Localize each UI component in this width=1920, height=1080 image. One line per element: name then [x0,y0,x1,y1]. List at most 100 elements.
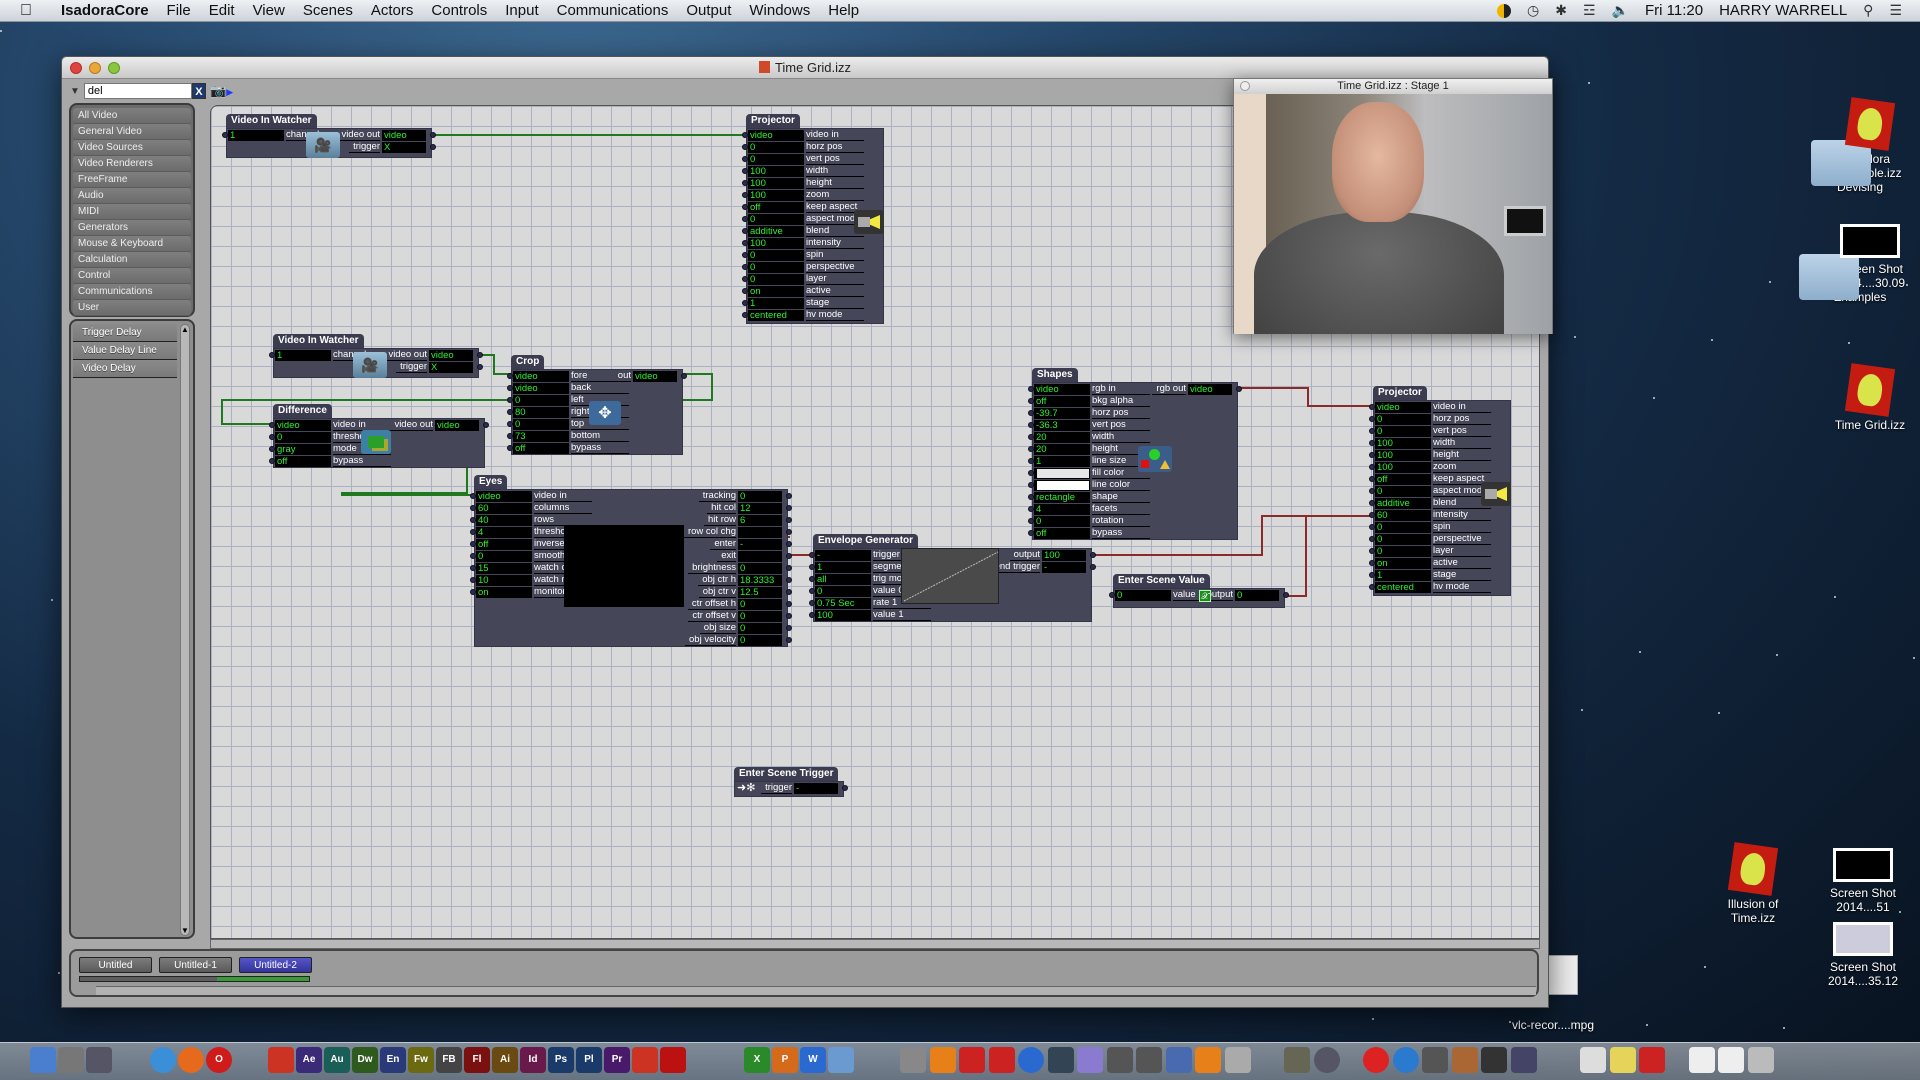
inlet-dot[interactable] [269,446,275,452]
wire-shapes-to-projector[interactable] [1238,387,1373,407]
outlet-dot[interactable] [842,785,848,791]
category-item[interactable]: Calculation [73,252,191,268]
inlet-dot[interactable] [1369,464,1375,470]
actor-list-scrollbar[interactable]: ▲ ▼ [180,324,190,936]
dock-excel-icon[interactable]: X [744,1047,770,1073]
outlet-dot[interactable] [786,601,792,607]
input-value[interactable]: 0 [275,431,331,443]
input-value[interactable]: 1 [815,561,871,573]
outlet-dot[interactable] [786,625,792,631]
inlet-dot[interactable] [507,373,513,379]
input-value[interactable]: additive [748,225,804,237]
dock-indesign-icon[interactable]: Id [520,1047,546,1073]
inlet-dot[interactable] [742,216,748,222]
input-value[interactable]: 60 [476,502,532,514]
actor-eyes[interactable]: Eyes video video in 60 columns 40 rows 4 thresho… [470,475,792,647]
inlet-dot[interactable] [470,505,476,511]
category-item[interactable]: Control [73,268,191,284]
actor-esv[interactable]: Enter Scene Value 0 value output 0 𝒳 [1109,574,1289,608]
dock-imovie-icon[interactable] [1047,1047,1074,1073]
actor-result-item[interactable]: Value Delay Line [73,342,177,360]
close-window-button[interactable] [70,62,82,74]
input-value[interactable]: video [513,370,569,382]
dock-pages-icon[interactable] [1580,1047,1606,1073]
input-value[interactable]: 100 [1375,437,1431,449]
inlet-dot[interactable] [269,352,275,358]
dock-audition-icon[interactable]: Au [324,1047,350,1073]
dock-flashcards-icon[interactable] [988,1047,1015,1073]
inlet-dot[interactable] [742,228,748,234]
menu-communications[interactable]: Communications [548,2,678,19]
input-value[interactable]: 4 [476,526,532,538]
input-value[interactable]: off [275,455,331,467]
input-value[interactable]: 100 [1375,461,1431,473]
input-value[interactable]: on [476,586,532,598]
inlet-dot[interactable] [742,240,748,246]
inlet-dot[interactable] [1369,440,1375,446]
outlet-dot[interactable] [786,541,792,547]
inlet-dot[interactable] [1109,592,1115,598]
inlet-dot[interactable] [1369,488,1375,494]
dock-docx-2-icon[interactable] [1718,1047,1744,1073]
actor-title[interactable]: Envelope Generator [813,534,919,548]
outlet-dot[interactable] [681,373,687,379]
outlet-dot[interactable] [786,577,792,583]
input-value[interactable]: 100 [748,237,804,249]
inlet-dot[interactable] [470,517,476,523]
input-value[interactable]: 80 [513,406,569,418]
actor-est[interactable]: Enter Scene Trigger trigger - ➜✻ [734,767,848,797]
inlet-dot[interactable] [507,385,513,391]
outlet-dot[interactable] [786,553,792,559]
actor-title[interactable]: Difference [273,404,332,418]
input-value[interactable]: 73 [513,430,569,442]
category-item[interactable]: FreeFrame [73,172,191,188]
disclosure-triangle-icon[interactable]: ▼ [70,86,80,97]
inlet-dot[interactable] [742,192,748,198]
input-value[interactable]: 100 [1375,449,1431,461]
dock-guitar-icon[interactable] [1451,1047,1478,1073]
actor-title[interactable]: Projector [1373,386,1427,400]
time-machine-icon[interactable]: ◷ [1527,2,1539,19]
inlet-dot[interactable] [742,300,748,306]
menu-view[interactable]: View [244,2,294,19]
inlet-dot[interactable] [1369,512,1375,518]
inlet-dot[interactable] [742,168,748,174]
dock-cinema4d-icon[interactable] [900,1047,926,1073]
inlet-dot[interactable] [742,156,748,162]
inlet-dot[interactable] [1028,530,1034,536]
input-value[interactable]: 0 [748,213,804,225]
outlet-dot[interactable] [786,517,792,523]
outlet-dot[interactable] [1090,552,1096,558]
actor-shapes[interactable]: Shapes video rgb in off bkg alpha -39.7 horz p… [1028,368,1242,540]
clock[interactable]: Fri 11:20 [1645,2,1703,19]
inlet-dot[interactable] [1028,398,1034,404]
notification-center-icon[interactable]: ☰ [1889,2,1902,19]
dock-dashboard-icon[interactable] [86,1047,112,1073]
actor-crop[interactable]: Crop video fore video back 0 left 80 right 0 top 73… [507,355,687,455]
desktop-icon-screenshot-1[interactable]: Screen Shot 2014....30.09 Examples [1799,224,1915,304]
inlet-dot[interactable] [470,529,476,535]
inlet-dot[interactable] [742,312,748,318]
input-value[interactable]: off [748,201,804,213]
wire-scene-value-to-intensity[interactable] [1287,516,1307,597]
input-value[interactable]: 100 [815,609,871,621]
inlet-dot[interactable] [742,204,748,210]
dock-sketchup-icon[interactable] [959,1047,985,1073]
dock-trash-icon[interactable] [1747,1047,1774,1073]
input-value[interactable]: 0 [748,141,804,153]
actor-title[interactable]: Video In Watcher [226,114,317,128]
desktop-icon-screenshot-2[interactable]: Screen Shot 2014....51 [1808,848,1918,914]
desktop-icon-vlc-recording[interactable]: vlc-recor....mpg [1508,1018,1598,1032]
clear-search-button[interactable]: X [191,83,206,99]
input-value[interactable]: additive [1375,497,1431,509]
dock-after-effects-icon[interactable]: Ae [296,1047,322,1073]
dock-fireworks-icon[interactable]: Fw [408,1047,434,1073]
dock-photoshop-icon[interactable]: Ps [548,1047,574,1073]
inlet-dot[interactable] [809,600,815,606]
inlet-dot[interactable] [507,409,513,415]
input-value[interactable]: 20 [1034,443,1090,455]
dock-pdf-reader-icon[interactable] [1639,1047,1665,1073]
input-value[interactable]: 10 [476,574,532,586]
snapshot-camera-icon[interactable]: 📷▶ [210,83,233,99]
input-value[interactable]: video [1034,383,1090,395]
